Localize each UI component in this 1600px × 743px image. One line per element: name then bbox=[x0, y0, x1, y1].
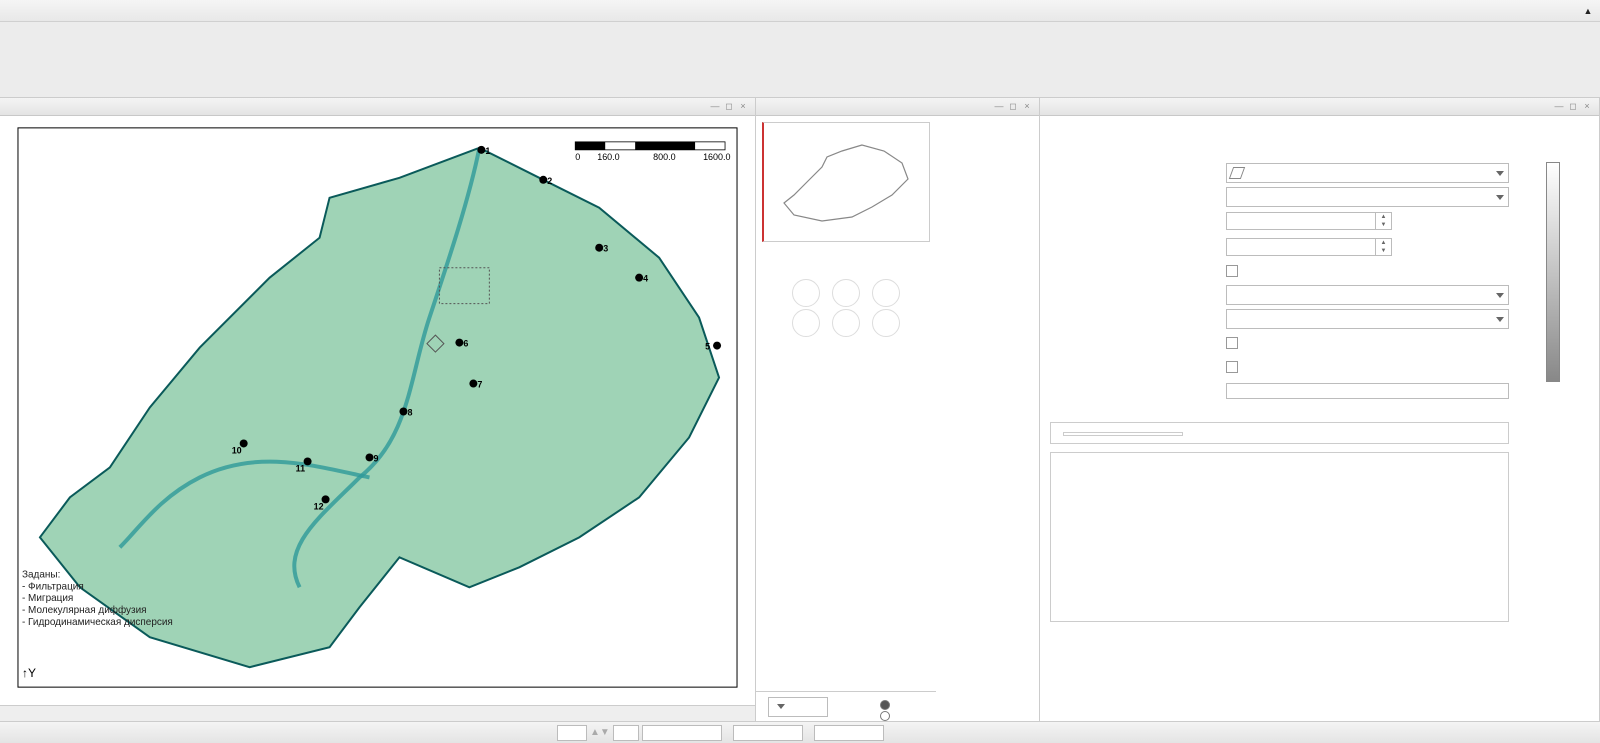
svg-text:2: 2 bbox=[547, 176, 552, 186]
short-name-input[interactable] bbox=[1226, 383, 1509, 399]
panel-2d-editor: —◻× 0 160.0 800.0 1600.0 bbox=[0, 98, 756, 721]
panel-close-icon[interactable]: × bbox=[1021, 101, 1033, 113]
layer-tools bbox=[756, 248, 936, 368]
svg-text:- Гидродинамическая дисперсия: - Гидродинамическая дисперсия bbox=[22, 617, 173, 628]
status-time-b[interactable] bbox=[642, 725, 722, 741]
volume-value bbox=[1063, 432, 1183, 436]
svg-text:9: 9 bbox=[374, 453, 379, 463]
tasks-title: Заданы: bbox=[22, 569, 60, 580]
panel-max-icon[interactable]: ◻ bbox=[1007, 101, 1019, 113]
svg-text:↑Y: ↑Y bbox=[22, 666, 36, 680]
coef-input[interactable] bbox=[1226, 238, 1376, 256]
coef-spinner[interactable]: ▲▼ bbox=[1226, 238, 1509, 256]
mode-tool-1[interactable] bbox=[792, 279, 820, 307]
panel-min-icon[interactable]: — bbox=[709, 101, 721, 113]
count-spinner[interactable]: ▲▼ bbox=[1226, 212, 1509, 230]
mode-tool-2[interactable] bbox=[832, 279, 860, 307]
radio-confined[interactable] bbox=[880, 711, 893, 721]
svg-text:- Фильтрация: - Фильтрация bbox=[22, 581, 84, 592]
smooth-h-checkbox[interactable] bbox=[1226, 361, 1238, 373]
vsplit-select[interactable] bbox=[1226, 187, 1509, 207]
svg-text:10: 10 bbox=[232, 445, 242, 455]
statusbar: ▲▼ bbox=[0, 721, 1600, 743]
layer-list bbox=[756, 368, 936, 691]
panel-layers: —◻× bbox=[756, 98, 1040, 721]
status-dx[interactable] bbox=[733, 725, 803, 741]
workspace: —◻× 0 160.0 800.0 1600.0 bbox=[0, 98, 1600, 721]
svg-text:5: 5 bbox=[705, 342, 710, 352]
cell-type-select[interactable] bbox=[1226, 163, 1509, 183]
layers-bottom-bar bbox=[756, 691, 936, 721]
panel-close-icon[interactable]: × bbox=[737, 101, 749, 113]
map-canvas[interactable]: 0 160.0 800.0 1600.0 1 2 3 4 5 6 bbox=[0, 116, 755, 705]
mode-tool-3[interactable] bbox=[872, 279, 900, 307]
nogrid-checkbox[interactable] bbox=[1226, 265, 1238, 277]
status-layers-input[interactable] bbox=[557, 725, 587, 741]
depth-scale[interactable] bbox=[1531, 162, 1575, 382]
quick-access-toolbar: ▲ bbox=[0, 0, 1600, 22]
panel-max-icon[interactable]: ◻ bbox=[723, 101, 735, 113]
svg-text:6: 6 bbox=[463, 339, 468, 349]
panel-close-icon[interactable]: × bbox=[1581, 101, 1593, 113]
smooth-v-checkbox[interactable] bbox=[1226, 337, 1238, 349]
collapse-ribbon-icon[interactable]: ▲ bbox=[1580, 3, 1596, 19]
svg-text:160.0: 160.0 bbox=[597, 152, 619, 162]
panel-layer-props: —◻× bbox=[1040, 98, 1600, 721]
svg-text:0: 0 bbox=[575, 152, 580, 162]
display-select[interactable] bbox=[768, 697, 828, 717]
aquifer-type-radios bbox=[880, 700, 893, 721]
svg-text:8: 8 bbox=[407, 407, 412, 417]
editor-hscrollbar[interactable] bbox=[0, 705, 755, 721]
build-select[interactable] bbox=[1226, 285, 1509, 305]
area-histogram bbox=[1050, 452, 1509, 622]
layer-thumbnail[interactable] bbox=[762, 122, 930, 242]
svg-text:3: 3 bbox=[603, 244, 608, 254]
panel-min-icon[interactable]: — bbox=[1553, 101, 1565, 113]
svg-text:1: 1 bbox=[485, 146, 490, 156]
panel-min-icon[interactable]: — bbox=[993, 101, 1005, 113]
status-time-a[interactable] bbox=[613, 725, 639, 741]
svg-text:800.0: 800.0 bbox=[653, 152, 675, 162]
panel-title-layers: —◻× bbox=[756, 98, 1039, 116]
type-tool-2[interactable] bbox=[832, 309, 860, 337]
props-tabs bbox=[1040, 116, 1599, 150]
panel-title-2d-editor: —◻× bbox=[0, 98, 755, 116]
svg-text:- Миграция: - Миграция bbox=[22, 593, 73, 604]
type-tool-1[interactable] bbox=[792, 309, 820, 337]
radio-unconfined[interactable] bbox=[880, 700, 893, 710]
svg-text:4: 4 bbox=[643, 274, 648, 284]
svg-text:12: 12 bbox=[314, 501, 324, 511]
status-dy[interactable] bbox=[814, 725, 884, 741]
volume-box bbox=[1050, 422, 1509, 444]
svg-text:1600.0: 1600.0 bbox=[703, 152, 730, 162]
svg-text:11: 11 bbox=[296, 463, 305, 473]
menubar bbox=[8, 0, 38, 22]
count-input[interactable] bbox=[1226, 212, 1376, 230]
panel-max-icon[interactable]: ◻ bbox=[1567, 101, 1579, 113]
split-layer-select[interactable] bbox=[1226, 309, 1509, 329]
svg-text:- Молекулярная диффузия: - Молекулярная диффузия bbox=[22, 605, 147, 616]
ribbon bbox=[0, 22, 1600, 98]
svg-text:7: 7 bbox=[477, 380, 482, 390]
type-tool-3[interactable] bbox=[872, 309, 900, 337]
panel-title-props: —◻× bbox=[1040, 98, 1599, 116]
